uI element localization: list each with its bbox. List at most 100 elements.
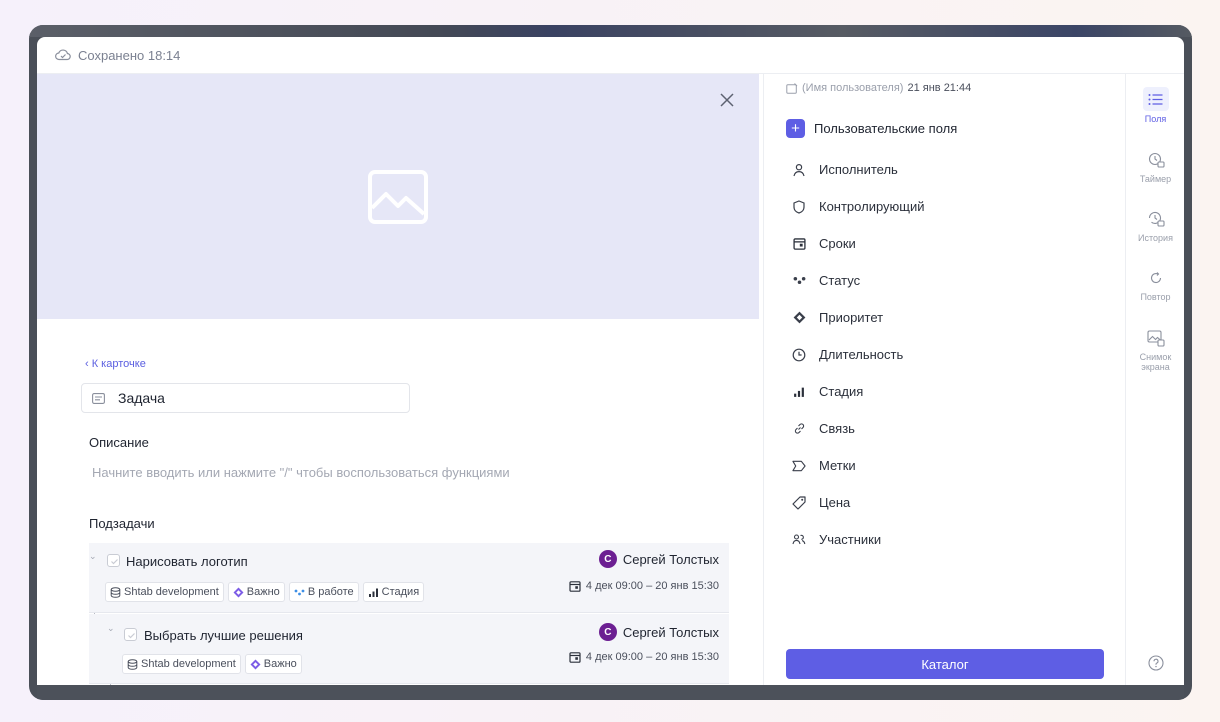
project-tag[interactable]: Shtab development <box>105 582 224 602</box>
stage-icon <box>368 588 378 597</box>
description-input[interactable]: Начните вводить или нажмите "/" чтобы во… <box>92 465 510 480</box>
subtask-name[interactable]: Выбрать лучшие решения <box>144 628 303 643</box>
subtask-name[interactable]: Нарисовать логотип <box>126 554 248 569</box>
task-window: Сохранено 18:14 ‹ К карточке Задача Опис… <box>37 37 1184 685</box>
subtask-row[interactable]: ⌄ Выбрать лучшие решения С Сергей Толсты… <box>89 614 729 684</box>
calendar-icon <box>792 237 806 251</box>
shield-icon <box>792 199 806 214</box>
field-label: Участники <box>819 532 882 547</box>
tag-label: Shtab development <box>141 658 236 670</box>
link-icon <box>792 422 806 436</box>
chevron-down-icon[interactable]: ⌄ <box>89 551 97 562</box>
list-icon <box>1142 87 1169 111</box>
task-title: Задача <box>118 390 165 406</box>
stage-tag[interactable]: Стадия <box>362 582 425 602</box>
meta-user: (Имя пользователя) <box>802 82 904 94</box>
status-tag[interactable]: В работе <box>288 582 359 602</box>
cloud-check-icon <box>55 49 71 61</box>
field-label: Сроки <box>819 236 856 251</box>
subtask-tags: Shtab development Важно В работе Стадия <box>105 582 425 602</box>
field-duration[interactable]: Длительность <box>792 347 903 362</box>
field-link[interactable]: Связь <box>792 421 855 436</box>
subtask-row[interactable]: ⌄ Нарисовать логотип С Сергей Толстых Sh… <box>89 543 729 613</box>
field-label: Статус <box>819 273 861 288</box>
dates-text: 4 дек 09:00 – 20 янв 15:30 <box>585 651 719 663</box>
rail-label: Таймер <box>1139 174 1172 184</box>
tag-label: Shtab development <box>124 586 219 598</box>
tag-label: Важно <box>246 586 280 598</box>
task-meta: (Имя пользователя) 21 янв 21:44 <box>786 82 971 94</box>
field-participants[interactable]: Участники <box>792 532 881 547</box>
rail-history[interactable]: История <box>1126 208 1184 243</box>
field-priority[interactable]: Приоритет <box>792 310 883 325</box>
chevron-down-icon[interactable]: ⌄ <box>107 623 115 634</box>
rail-label: Снимок экрана <box>1139 352 1172 372</box>
task-title-field[interactable]: Задача <box>81 383 410 413</box>
price-tag-icon <box>792 495 806 510</box>
status-icon <box>294 589 305 595</box>
field-label: Исполнитель <box>819 162 898 177</box>
tag-label: Важно <box>263 658 297 670</box>
assignee[interactable]: С Сергей Толстых <box>598 623 719 641</box>
database-icon <box>110 586 121 598</box>
saved-status: Сохранено 18:14 <box>78 47 181 63</box>
right-icon-rail: Поля Таймер История Повтор Снимок экрана <box>1125 74 1184 685</box>
custom-fields-label: Пользовательские поля <box>814 121 958 136</box>
assignee-name: Сергей Толстых <box>622 551 719 567</box>
assignee[interactable]: С Сергей Толстых <box>598 550 719 568</box>
priority-tag[interactable]: Важно <box>227 582 285 602</box>
rail-screenshot[interactable]: Снимок экрана <box>1126 327 1184 372</box>
clock-icon <box>792 348 806 362</box>
field-label: Цена <box>819 495 851 510</box>
database-icon <box>127 658 138 670</box>
fields-panel: (Имя пользователя) 21 янв 21:44 + Пользо… <box>763 74 1125 685</box>
field-label: Метки <box>819 458 856 473</box>
field-assignee[interactable]: Исполнитель <box>792 162 898 177</box>
field-label: Связь <box>819 421 855 436</box>
field-stage[interactable]: Стадия <box>792 384 863 399</box>
field-label: Контролирующий <box>819 199 925 214</box>
field-deadlines[interactable]: Сроки <box>792 236 856 251</box>
subtask-dates[interactable]: 4 дек 09:00 – 20 янв 15:30 <box>569 651 719 663</box>
frame-bottom <box>37 685 1184 700</box>
field-label: Стадия <box>819 384 864 399</box>
image-placeholder-icon <box>368 170 428 224</box>
stage-icon <box>792 385 806 399</box>
topbar: Сохранено 18:14 <box>37 37 1184 74</box>
cover-area[interactable] <box>37 74 759 319</box>
field-price[interactable]: Цена <box>792 495 850 510</box>
priority-tag[interactable]: Важно <box>244 654 302 674</box>
subtask-dates[interactable]: 4 дек 09:00 – 20 янв 15:30 <box>569 580 719 592</box>
priority-icon <box>233 587 244 597</box>
help-icon[interactable] <box>1148 655 1164 671</box>
rail-fields[interactable]: Поля <box>1126 87 1184 124</box>
field-controller[interactable]: Контролирующий <box>792 199 925 214</box>
avatar: С <box>598 623 617 641</box>
priority-icon <box>792 311 806 325</box>
status-icon <box>792 274 806 288</box>
tag-label: В работе <box>307 586 354 598</box>
rail-repeat[interactable]: Повтор <box>1126 267 1184 302</box>
rail-label: История <box>1138 233 1173 243</box>
project-tag[interactable]: Shtab development <box>122 654 241 674</box>
user-icon <box>792 163 806 177</box>
subtask-checkbox[interactable] <box>107 554 120 567</box>
tag-outline-icon <box>792 459 806 473</box>
catalog-button[interactable]: Каталог <box>786 649 1104 679</box>
dates-text: 4 дек 09:00 – 20 янв 15:30 <box>585 580 719 592</box>
background-strip <box>29 25 1192 37</box>
field-label: Длительность <box>819 347 904 362</box>
meta-date: 21 янв 21:44 <box>907 82 972 94</box>
rail-timer[interactable]: Таймер <box>1126 149 1184 184</box>
field-labels[interactable]: Метки <box>792 458 856 473</box>
field-label: Приоритет <box>819 310 884 325</box>
repeat-icon <box>1145 267 1167 289</box>
task-main: ‹ К карточке Задача Описание Начните вво… <box>37 74 759 685</box>
calendar-icon <box>569 581 581 592</box>
close-icon[interactable] <box>717 90 737 110</box>
subtask-checkbox[interactable] <box>124 628 137 641</box>
back-to-card-link[interactable]: ‹ К карточке <box>85 358 146 370</box>
field-status[interactable]: Статус <box>792 273 860 288</box>
custom-fields-button[interactable]: + Пользовательские поля <box>786 119 957 138</box>
calendar-icon <box>569 652 581 663</box>
